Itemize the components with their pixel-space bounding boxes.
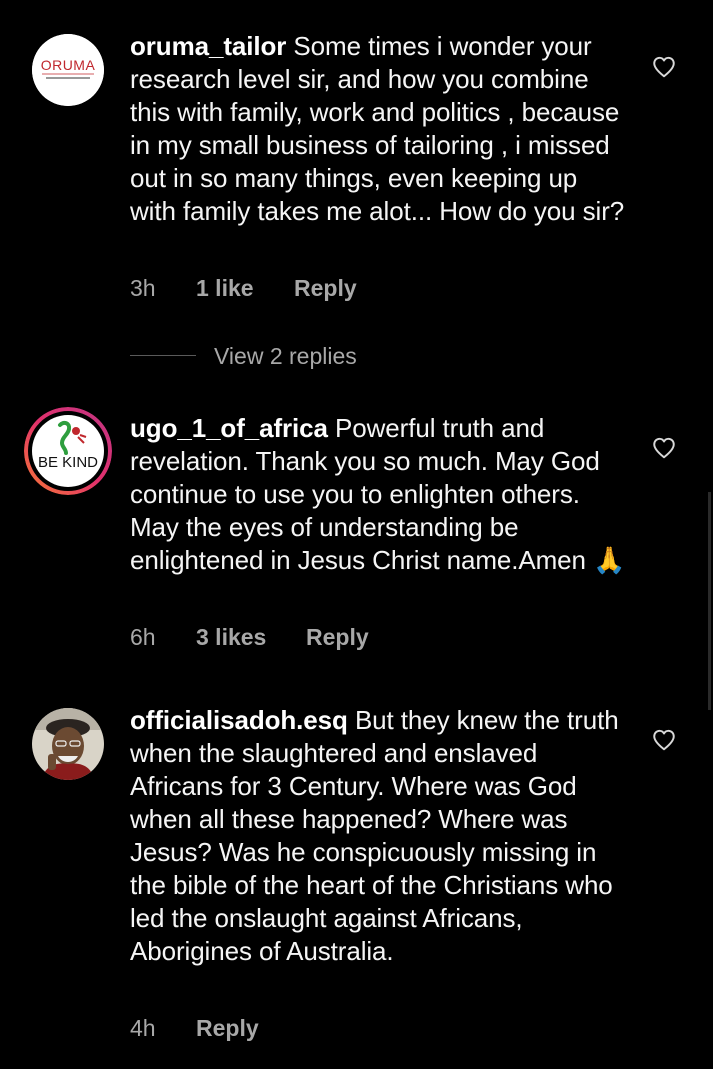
heart-outline-icon[interactable] bbox=[651, 727, 677, 753]
be-kind-sticker-icon: BE KIND bbox=[24, 407, 112, 495]
reply-button[interactable]: Reply bbox=[294, 273, 357, 303]
avatar[interactable]: ORUMA bbox=[32, 34, 104, 106]
comment-text: officialisadoh.esq But they knew the tru… bbox=[130, 704, 620, 968]
comment-time: 3h bbox=[130, 275, 156, 301]
replies-divider bbox=[130, 355, 196, 356]
comment-meta: 6h 3 likes Reply bbox=[130, 622, 430, 652]
likes-count[interactable]: 1 like bbox=[196, 273, 254, 303]
comment-username[interactable]: officialisadoh.esq bbox=[130, 705, 348, 735]
avatar[interactable] bbox=[32, 708, 104, 780]
view-replies-label[interactable]: View 2 replies bbox=[214, 340, 357, 372]
heart-outline-icon[interactable] bbox=[651, 435, 677, 461]
comment-meta: 4h Reply bbox=[130, 1013, 430, 1043]
likes-count[interactable]: 3 likes bbox=[196, 622, 266, 652]
reply-button[interactable]: Reply bbox=[306, 622, 369, 652]
sticker-text: BE KIND bbox=[38, 454, 98, 471]
svg-text:ORUMA: ORUMA bbox=[41, 57, 96, 73]
comment-username[interactable]: oruma_tailor bbox=[130, 31, 286, 61]
comment-time: 4h bbox=[130, 1015, 156, 1041]
reply-button[interactable]: Reply bbox=[196, 1013, 259, 1043]
comment-username[interactable]: ugo_1_of_africa bbox=[130, 413, 328, 443]
scrollbar[interactable] bbox=[708, 492, 711, 710]
oruma-logo-icon: ORUMA bbox=[32, 34, 104, 106]
comment-text: oruma_tailor Some times i wonder your re… bbox=[130, 30, 630, 228]
user-photo-icon bbox=[32, 708, 104, 780]
avatar[interactable]: BE KIND bbox=[24, 407, 112, 495]
comment-text: ugo_1_of_africa Powerful truth and revel… bbox=[130, 412, 630, 577]
comment-body: But they knew the truth when the slaught… bbox=[130, 705, 619, 966]
heart-outline-icon[interactable] bbox=[651, 54, 677, 80]
comment-meta: 3h 1 like Reply bbox=[130, 273, 430, 303]
comment-time: 6h bbox=[130, 624, 156, 650]
